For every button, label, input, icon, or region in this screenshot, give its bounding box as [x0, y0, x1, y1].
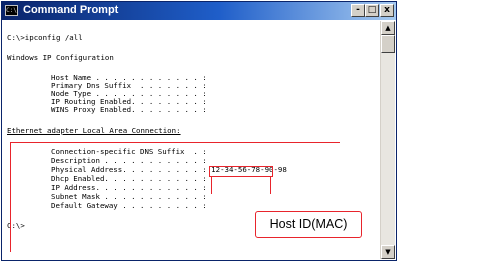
- vertical-scrollbar[interactable]: ▲ ▼: [380, 21, 395, 259]
- scroll-up-arrow-icon[interactable]: ▲: [381, 21, 395, 35]
- output-line: Default Gateway . . . . . . . . . :: [51, 201, 207, 210]
- console-app-icon: C:\: [5, 5, 18, 16]
- command-line: C:\>ipconfig /all: [7, 33, 83, 42]
- scroll-thumb[interactable]: [381, 35, 395, 53]
- adapter-heading: Ethernet adapter Local Area Connection:: [7, 126, 181, 135]
- mac-address-highlight: [209, 166, 273, 177]
- ethernet-section-marker: [10, 142, 340, 143]
- output-line: WINS Proxy Enabled. . . . . . . . :: [51, 105, 207, 114]
- command-prompt-window: C:\ Command Prompt - □ x C:\>ipconfig /a…: [1, 1, 397, 261]
- host-id-callout: Host ID(MAC): [255, 211, 362, 238]
- scroll-down-arrow-icon[interactable]: ▼: [381, 245, 395, 259]
- close-button[interactable]: x: [380, 4, 394, 17]
- window-title: Command Prompt: [23, 4, 119, 16]
- callout-pointer-line: [270, 177, 271, 194]
- maximize-button[interactable]: □: [365, 4, 379, 17]
- ethernet-section-bracket: [10, 142, 11, 252]
- section-heading: Windows IP Configuration: [7, 53, 114, 62]
- title-bar[interactable]: C:\ Command Prompt - □ x: [2, 2, 396, 20]
- callout-pointer-line: [211, 177, 212, 194]
- minimize-button[interactable]: -: [351, 4, 365, 17]
